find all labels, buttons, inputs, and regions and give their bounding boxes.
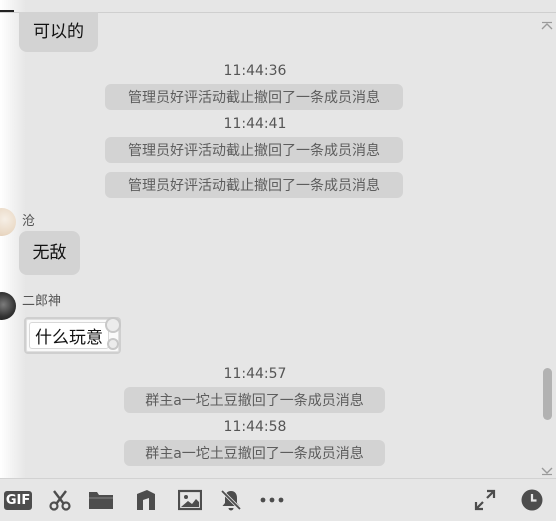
history-clock-icon[interactable] — [519, 487, 545, 513]
timestamp-3: 11:44:57 — [223, 366, 287, 382]
bubble-decoration — [107, 338, 119, 350]
system-message-2: 管理员好评活动截止撤回了一条成员消息 — [105, 137, 403, 163]
scroll-down-arrow-icon[interactable] — [540, 461, 554, 476]
scrollbar-thumb[interactable] — [543, 368, 552, 420]
window-edge-mark — [0, 10, 14, 12]
system-message-4: 群主a一坨土豆撤回了一条成员消息 — [124, 387, 385, 413]
message-bubble-1[interactable]: 可以的 — [19, 12, 98, 52]
system-message-3: 管理员好评活动截止撤回了一条成员消息 — [105, 172, 403, 198]
music-icon[interactable] — [133, 487, 159, 513]
system-message-5: 群主a一坨土豆撤回了一条成员消息 — [124, 440, 385, 466]
scissors-icon[interactable] — [47, 487, 73, 513]
message-bubble-3[interactable]: 什么玩意 — [24, 317, 121, 354]
scroll-up-arrow-icon[interactable] — [540, 16, 554, 30]
timestamp-2: 11:44:41 — [223, 116, 287, 132]
sender-name: 沧 — [22, 214, 36, 229]
expand-icon[interactable] — [472, 487, 498, 513]
message-text: 无敌 — [32, 242, 67, 263]
bubble-decoration — [105, 317, 121, 333]
message-text: 可以的 — [33, 21, 84, 42]
folder-icon[interactable] — [88, 487, 114, 513]
more-icon[interactable] — [259, 487, 285, 513]
sender-name: 二郎神 — [22, 294, 62, 309]
input-toolbar: GIF — [0, 478, 556, 521]
message-bubble-2[interactable]: 无敌 — [19, 231, 80, 275]
gif-icon[interactable]: GIF — [3, 487, 33, 513]
image-icon[interactable] — [177, 487, 203, 513]
timestamp-4: 11:44:58 — [223, 419, 287, 435]
message-text: 什么玩意 — [35, 328, 103, 348]
system-message-1: 管理员好评活动截止撤回了一条成员消息 — [105, 84, 403, 110]
mute-bell-icon[interactable] — [218, 487, 244, 513]
timestamp-1: 11:44:36 — [223, 63, 287, 79]
